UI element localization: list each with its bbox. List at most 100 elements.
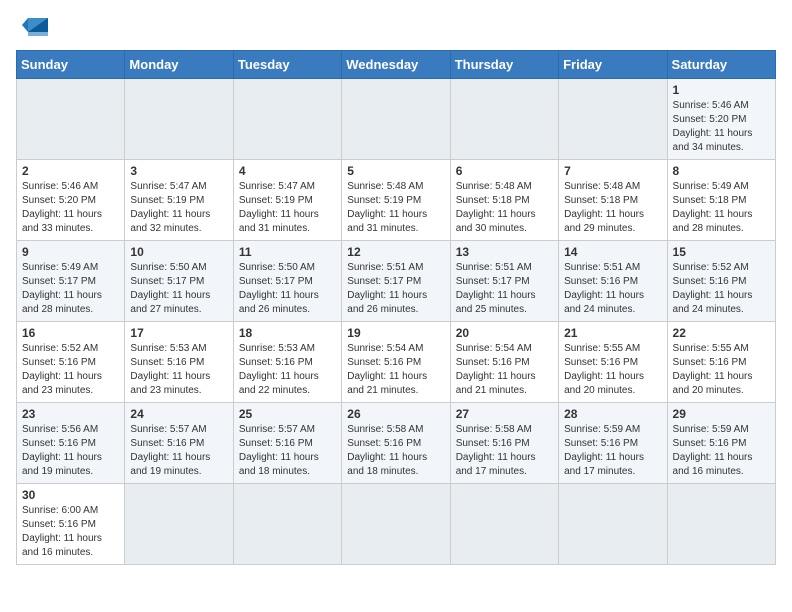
calendar-cell: [233, 79, 341, 160]
calendar-cell: 11 Sunrise: 5:50 AM Sunset: 5:17 PM Dayli…: [233, 241, 341, 322]
calendar-cell: 2 Sunrise: 5:46 AM Sunset: 5:20 PM Daylig…: [17, 160, 125, 241]
calendar-cell: 24Sunrise: 5:57 AM Sunset: 5:16 PM Dayli…: [125, 403, 233, 484]
day-number: 23: [22, 407, 119, 421]
calendar-cell: 4Sunrise: 5:47 AM Sunset: 5:19 PM Daylig…: [233, 160, 341, 241]
weekday-header: Thursday: [450, 51, 558, 79]
day-info: Sunrise: 5:48 AM Sunset: 5:19 PM Dayligh…: [347, 180, 444, 236]
calendar-cell: [559, 79, 667, 160]
calendar-cell: 12 Sunrise: 5:51 AM Sunset: 5:17 PM Dayli…: [342, 241, 450, 322]
calendar-cell: 5 Sunrise: 5:48 AM Sunset: 5:19 PM Daylig…: [342, 160, 450, 241]
calendar-cell: 1 Sunrise: 5:46 AM Sunset: 5:20 PM Daylig…: [667, 79, 775, 160]
weekday-header: Sunday: [17, 51, 125, 79]
day-number: 22: [673, 326, 770, 340]
day-info: Sunrise: 5:49 AM Sunset: 5:17 PM Dayligh…: [22, 261, 119, 317]
logo-icon: [20, 14, 52, 40]
day-number: 2: [22, 164, 119, 178]
calendar-cell: [125, 484, 233, 565]
day-number: 24: [130, 407, 227, 421]
calendar-cell: [233, 484, 341, 565]
weekday-header: Wednesday: [342, 51, 450, 79]
day-number: 12: [347, 245, 444, 259]
day-info: Sunrise: 5:58 AM Sunset: 5:16 PM Dayligh…: [456, 423, 553, 479]
weekday-header: Saturday: [667, 51, 775, 79]
day-info: Sunrise: 5:53 AM Sunset: 5:16 PM Dayligh…: [239, 342, 336, 398]
calendar: SundayMondayTuesdayWednesdayThursdayFrid…: [16, 50, 776, 565]
day-info: Sunrise: 5:49 AM Sunset: 5:18 PM Dayligh…: [673, 180, 770, 236]
calendar-cell: 17Sunrise: 5:53 AM Sunset: 5:16 PM Dayli…: [125, 322, 233, 403]
logo: [16, 16, 52, 40]
calendar-cell: 30 Sunrise: 6:00 AM Sunset: 5:16 PM Dayli…: [17, 484, 125, 565]
day-info: Sunrise: 5:52 AM Sunset: 5:16 PM Dayligh…: [673, 261, 770, 317]
day-number: 8: [673, 164, 770, 178]
calendar-cell: 15 Sunrise: 5:52 AM Sunset: 5:16 PM Dayli…: [667, 241, 775, 322]
day-number: 28: [564, 407, 661, 421]
day-info: Sunrise: 5:55 AM Sunset: 5:16 PM Dayligh…: [564, 342, 661, 398]
calendar-cell: 28Sunrise: 5:59 AM Sunset: 5:16 PM Dayli…: [559, 403, 667, 484]
weekday-header: Monday: [125, 51, 233, 79]
day-number: 7: [564, 164, 661, 178]
calendar-cell: 14 Sunrise: 5:51 AM Sunset: 5:16 PM Dayli…: [559, 241, 667, 322]
day-info: Sunrise: 5:51 AM Sunset: 5:16 PM Dayligh…: [564, 261, 661, 317]
calendar-cell: 21 Sunrise: 5:55 AM Sunset: 5:16 PM Dayli…: [559, 322, 667, 403]
day-number: 15: [673, 245, 770, 259]
calendar-cell: [450, 484, 558, 565]
day-info: Sunrise: 5:47 AM Sunset: 5:19 PM Dayligh…: [130, 180, 227, 236]
day-number: 18: [239, 326, 336, 340]
day-info: Sunrise: 5:55 AM Sunset: 5:16 PM Dayligh…: [673, 342, 770, 398]
calendar-cell: 18 Sunrise: 5:53 AM Sunset: 5:16 PM Dayli…: [233, 322, 341, 403]
day-info: Sunrise: 5:54 AM Sunset: 5:16 PM Dayligh…: [456, 342, 553, 398]
day-info: Sunrise: 5:53 AM Sunset: 5:16 PM Dayligh…: [130, 342, 227, 398]
day-info: Sunrise: 5:50 AM Sunset: 5:17 PM Dayligh…: [239, 261, 336, 317]
day-info: Sunrise: 5:51 AM Sunset: 5:17 PM Dayligh…: [347, 261, 444, 317]
day-number: 3: [130, 164, 227, 178]
day-number: 13: [456, 245, 553, 259]
day-info: Sunrise: 6:00 AM Sunset: 5:16 PM Dayligh…: [22, 504, 119, 560]
day-number: 1: [673, 83, 770, 97]
day-number: 6: [456, 164, 553, 178]
calendar-cell: 6 Sunrise: 5:48 AM Sunset: 5:18 PM Daylig…: [450, 160, 558, 241]
calendar-cell: 19 Sunrise: 5:54 AM Sunset: 5:16 PM Dayli…: [342, 322, 450, 403]
calendar-cell: 20 Sunrise: 5:54 AM Sunset: 5:16 PM Dayli…: [450, 322, 558, 403]
day-info: Sunrise: 5:48 AM Sunset: 5:18 PM Dayligh…: [564, 180, 661, 236]
calendar-cell: 27 Sunrise: 5:58 AM Sunset: 5:16 PM Dayli…: [450, 403, 558, 484]
calendar-cell: 29Sunrise: 5:59 AM Sunset: 5:16 PM Dayli…: [667, 403, 775, 484]
day-number: 30: [22, 488, 119, 502]
calendar-cell: 22 Sunrise: 5:55 AM Sunset: 5:16 PM Dayli…: [667, 322, 775, 403]
day-number: 16: [22, 326, 119, 340]
calendar-cell: [17, 79, 125, 160]
day-info: Sunrise: 5:57 AM Sunset: 5:16 PM Dayligh…: [239, 423, 336, 479]
calendar-cell: [125, 79, 233, 160]
calendar-cell: [450, 79, 558, 160]
calendar-cell: 25 Sunrise: 5:57 AM Sunset: 5:16 PM Dayli…: [233, 403, 341, 484]
day-info: Sunrise: 5:46 AM Sunset: 5:20 PM Dayligh…: [673, 99, 770, 155]
day-number: 5: [347, 164, 444, 178]
day-info: Sunrise: 5:48 AM Sunset: 5:18 PM Dayligh…: [456, 180, 553, 236]
calendar-cell: 8 Sunrise: 5:49 AM Sunset: 5:18 PM Daylig…: [667, 160, 775, 241]
calendar-cell: 23Sunrise: 5:56 AM Sunset: 5:16 PM Dayli…: [17, 403, 125, 484]
day-info: Sunrise: 5:59 AM Sunset: 5:16 PM Dayligh…: [673, 423, 770, 479]
day-info: Sunrise: 5:58 AM Sunset: 5:16 PM Dayligh…: [347, 423, 444, 479]
calendar-cell: 9 Sunrise: 5:49 AM Sunset: 5:17 PM Daylig…: [17, 241, 125, 322]
calendar-cell: [342, 79, 450, 160]
day-info: Sunrise: 5:50 AM Sunset: 5:17 PM Dayligh…: [130, 261, 227, 317]
day-number: 14: [564, 245, 661, 259]
calendar-cell: [559, 484, 667, 565]
day-number: 20: [456, 326, 553, 340]
day-number: 25: [239, 407, 336, 421]
day-number: 21: [564, 326, 661, 340]
weekday-header: Friday: [559, 51, 667, 79]
day-number: 11: [239, 245, 336, 259]
day-number: 26: [347, 407, 444, 421]
calendar-cell: 13Sunrise: 5:51 AM Sunset: 5:17 PM Dayli…: [450, 241, 558, 322]
calendar-cell: 7 Sunrise: 5:48 AM Sunset: 5:18 PM Daylig…: [559, 160, 667, 241]
day-info: Sunrise: 5:46 AM Sunset: 5:20 PM Dayligh…: [22, 180, 119, 236]
day-number: 19: [347, 326, 444, 340]
day-number: 27: [456, 407, 553, 421]
day-info: Sunrise: 5:47 AM Sunset: 5:19 PM Dayligh…: [239, 180, 336, 236]
weekday-header: Tuesday: [233, 51, 341, 79]
day-number: 9: [22, 245, 119, 259]
calendar-cell: [342, 484, 450, 565]
calendar-cell: [667, 484, 775, 565]
day-info: Sunrise: 5:52 AM Sunset: 5:16 PM Dayligh…: [22, 342, 119, 398]
day-info: Sunrise: 5:54 AM Sunset: 5:16 PM Dayligh…: [347, 342, 444, 398]
